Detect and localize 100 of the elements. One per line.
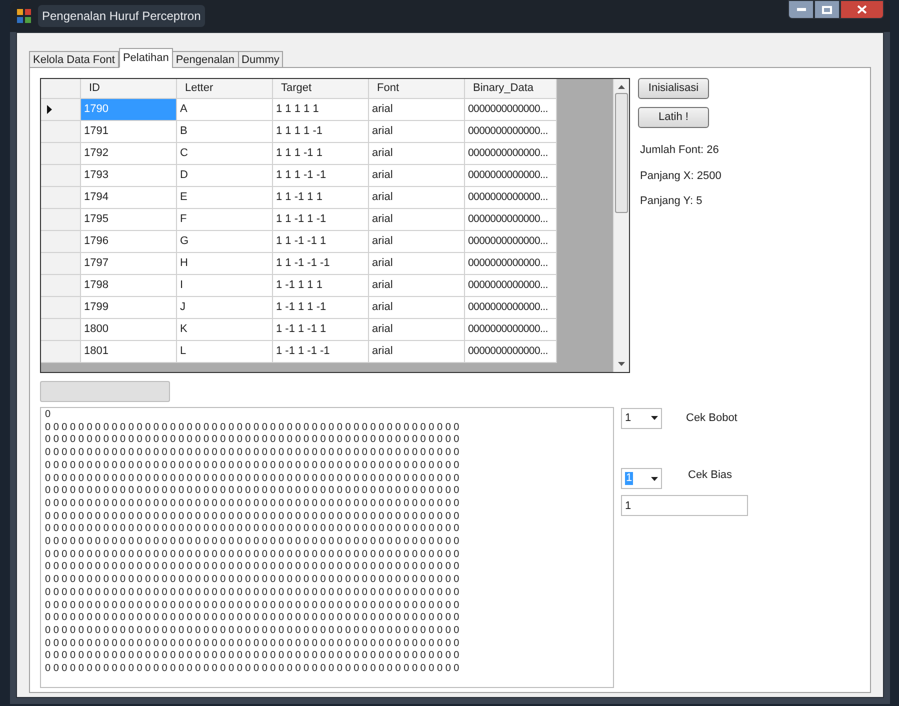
output-line: 0 0 0 0 0 0 0 0 0 0 0 0 0 0 0 0 0 0 0 0 0 0 0 0 0 0 0 0 0 0 0 0 0 0 0 0 0 0 0 0 0 0 0 0 0 0 0 0 0 0 [45,574,460,587]
output-line: 0 0 0 0 0 0 0 0 0 0 0 0 0 0 0 0 0 0 0 0 0 0 0 0 0 0 0 0 0 0 0 0 0 0 0 0 0 0 0 0 0 0 0 0 0 0 0 0 0 0 [45,422,460,434]
table-cell: 1796 [81,231,177,253]
table-cell: arial [369,209,465,231]
table-cell: 0000000000000... [465,143,557,165]
app-icon [16,8,32,24]
table-cell: K [177,319,273,341]
table-cell: I [177,275,273,297]
table-cell: 1793 [81,165,177,187]
table-cell: arial [369,99,465,121]
vertical-scrollbar[interactable] [613,79,629,372]
table-cell: 1 1 -1 1 1 [273,187,369,209]
bias-check-label: Cek Bias [688,468,732,483]
table-cell: B [177,121,273,143]
output-line: 0 0 0 0 0 0 0 0 0 0 0 0 0 0 0 0 0 0 0 0 0 0 0 0 0 0 0 0 0 0 0 0 0 0 0 0 0 0 0 0 0 0 0 0 0 0 0 0 0 0 [45,600,460,612]
table-cell: arial [369,121,465,143]
output-line: 0 0 0 0 0 0 0 0 0 0 0 0 0 0 0 0 0 0 0 0 0 0 0 0 0 0 0 0 0 0 0 0 0 0 0 0 0 0 0 0 0 0 0 0 0 0 0 0 0 0 [45,447,460,460]
table-cell: 1 1 -1 -1 -1 [273,253,369,275]
table-cell: G [177,231,273,253]
table-cell: F [177,209,273,231]
table-cell: 1792 [81,143,177,165]
table-cell: arial [369,187,465,209]
minimize-icon [796,8,806,11]
window-title: Pengenalan Huruf Perceptron [38,5,205,27]
table-cell: 1 -1 1 -1 1 [273,319,369,341]
output-line: 0 0 0 0 0 0 0 0 0 0 0 0 0 0 0 0 0 0 0 0 0 0 0 0 0 0 0 0 0 0 0 0 0 0 0 0 0 0 0 0 0 0 0 0 0 0 0 0 0 0 [45,523,460,536]
dropdown-arrow-icon [651,416,658,420]
tab[interactable]: Pengenalan [172,51,239,68]
table-cell: L [177,341,273,363]
output-line: 0 0 0 0 0 0 0 0 0 0 0 0 0 0 0 0 0 0 0 0 0 0 0 0 0 0 0 0 0 0 0 0 0 0 0 0 0 0 0 0 0 0 0 0 0 0 0 0 0 0 [45,586,460,600]
tab[interactable]: Kelola Data Font [29,51,119,68]
minimize-button[interactable] [788,0,814,19]
corner-header [41,79,81,99]
table-cell: 0000000000000... [465,99,557,121]
output-line: 0 0 0 0 0 0 0 0 0 0 0 0 0 0 0 0 0 0 0 0 0 0 0 0 0 0 0 0 0 0 0 0 0 0 0 0 0 0 0 0 0 0 0 0 0 0 0 0 0 0 [45,638,460,650]
output-line: 0 0 0 0 0 0 0 0 0 0 0 0 0 0 0 0 0 0 0 0 0 0 0 0 0 0 0 0 0 0 0 0 0 0 0 0 0 0 0 0 0 0 0 0 0 0 0 0 0 0 [45,510,460,524]
output-line: 0 0 0 0 0 0 0 0 0 0 0 0 0 0 0 0 0 0 0 0 0 0 0 0 0 0 0 0 0 0 0 0 0 0 0 0 0 0 0 0 0 0 0 0 0 0 0 0 0 0 [45,472,460,486]
table-cell: 0000000000000... [465,341,557,363]
tab[interactable]: Dummy [238,51,284,68]
action-button[interactable]: Inisialisasi [638,78,709,99]
output-line: 0 0 0 0 0 0 0 0 0 0 0 0 0 0 0 0 0 0 0 0 0 0 0 0 0 0 0 0 0 0 0 0 0 0 0 0 0 0 0 0 0 0 0 0 0 0 0 0 0 0 [45,434,460,448]
table-cell: 0000000000000... [465,231,557,253]
table-cell: 1 -1 1 1 -1 [273,297,369,319]
table-cell: 0000000000000... [465,165,557,187]
table-cell: arial [369,231,465,253]
output-line: 0 0 0 0 0 0 0 0 0 0 0 0 0 0 0 0 0 0 0 0 0 0 0 0 0 0 0 0 0 0 0 0 0 0 0 0 0 0 0 0 0 0 0 0 0 0 0 0 0 0 [45,548,460,562]
dropdown-arrow-icon [651,476,658,480]
table-cell: D [177,165,273,187]
table-cell: arial [369,253,465,275]
table-cell: 0000000000000... [465,121,557,143]
table-cell: 1 1 1 -1 -1 [273,165,369,187]
table-cell: 0000000000000... [465,187,557,209]
table-cell: 0000000000000... [465,275,557,297]
info-label: Panjang Y: 5 [640,194,704,209]
close-button[interactable] [840,0,884,19]
table-cell: arial [369,341,465,363]
output-line: 0 0 0 0 0 0 0 0 0 0 0 0 0 0 0 0 0 0 0 0 0 0 0 0 0 0 0 0 0 0 0 0 0 0 0 0 0 0 0 0 0 0 0 0 0 0 0 0 0 0 [45,561,460,574]
maximize-button[interactable] [814,0,840,19]
maximize-icon [822,6,832,14]
output-line: 0 0 0 0 0 0 0 0 0 0 0 0 0 0 0 0 0 0 0 0 0 0 0 0 0 0 0 0 0 0 0 0 0 0 0 0 0 0 0 0 0 0 0 0 0 0 0 0 0 0 [45,650,460,664]
column-header[interactable]: Letter [177,79,273,99]
column-header[interactable]: Font [369,79,465,99]
table-cell: 1 1 1 1 -1 [273,121,369,143]
table-cell: 0000000000000... [465,253,557,275]
output-line: 0 0 0 0 0 0 0 0 0 0 0 0 0 0 0 0 0 0 0 0 0 0 0 0 0 0 0 0 0 0 0 0 0 0 0 0 0 0 0 0 0 0 0 0 0 0 0 0 0 0 [45,460,460,473]
column-header[interactable]: Binary_Data [465,79,557,99]
output-line: 0 0 0 0 0 0 0 0 0 0 0 0 0 0 0 0 0 0 0 0 0 0 0 0 0 0 0 0 0 0 0 0 0 0 0 0 0 0 0 0 0 0 0 0 0 0 0 0 0 0 [45,663,460,676]
table-cell: 1799 [81,297,177,319]
table-cell: 1 1 -1 -1 1 [273,231,369,253]
table-cell: arial [369,319,465,341]
output-text-area[interactable] [40,407,614,688]
table-cell: 1797 [81,253,177,275]
output-line: 0 0 0 0 0 0 0 0 0 0 0 0 0 0 0 0 0 0 0 0 0 0 0 0 0 0 0 0 0 0 0 0 0 0 0 0 0 0 0 0 0 0 0 0 0 0 0 0 0 0 [45,536,460,549]
table-cell: 1795 [81,209,177,231]
scroll-thumb[interactable] [615,93,628,213]
column-header[interactable]: Target [273,79,369,99]
table-cell: 1 -1 1 -1 -1 [273,341,369,363]
table-cell: A [177,99,273,121]
table-cell: 1791 [81,121,177,143]
output-line: 0 [45,409,52,422]
table-cell: arial [369,297,465,319]
table-cell: 1 1 1 -1 1 [273,143,369,165]
bias-input-field[interactable]: 1 [621,495,748,516]
table-cell: 1 1 -1 1 -1 [273,209,369,231]
table-cell: 1801 [81,341,177,363]
output-line: 0 0 0 0 0 0 0 0 0 0 0 0 0 0 0 0 0 0 0 0 0 0 0 0 0 0 0 0 0 0 0 0 0 0 0 0 0 0 0 0 0 0 0 0 0 0 0 0 0 0 [45,498,460,511]
action-button[interactable]: Latih ! [638,107,709,128]
weight-dropdown[interactable]: 1 [621,408,662,428]
scroll-down-icon [618,362,625,366]
table-cell: arial [369,275,465,297]
table-cell: arial [369,165,465,187]
row-header[interactable] [41,99,81,121]
tab[interactable]: Pelatihan [118,48,173,68]
table-cell: 0000000000000... [465,319,557,341]
weight-check-label: Cek Bobot [686,410,738,426]
table-cell: H [177,253,273,275]
table-cell: 1 1 1 1 1 [273,99,369,121]
info-label: Panjang X: 2500 [640,168,722,184]
column-header[interactable]: ID [81,79,177,99]
table-cell: 1794 [81,187,177,209]
